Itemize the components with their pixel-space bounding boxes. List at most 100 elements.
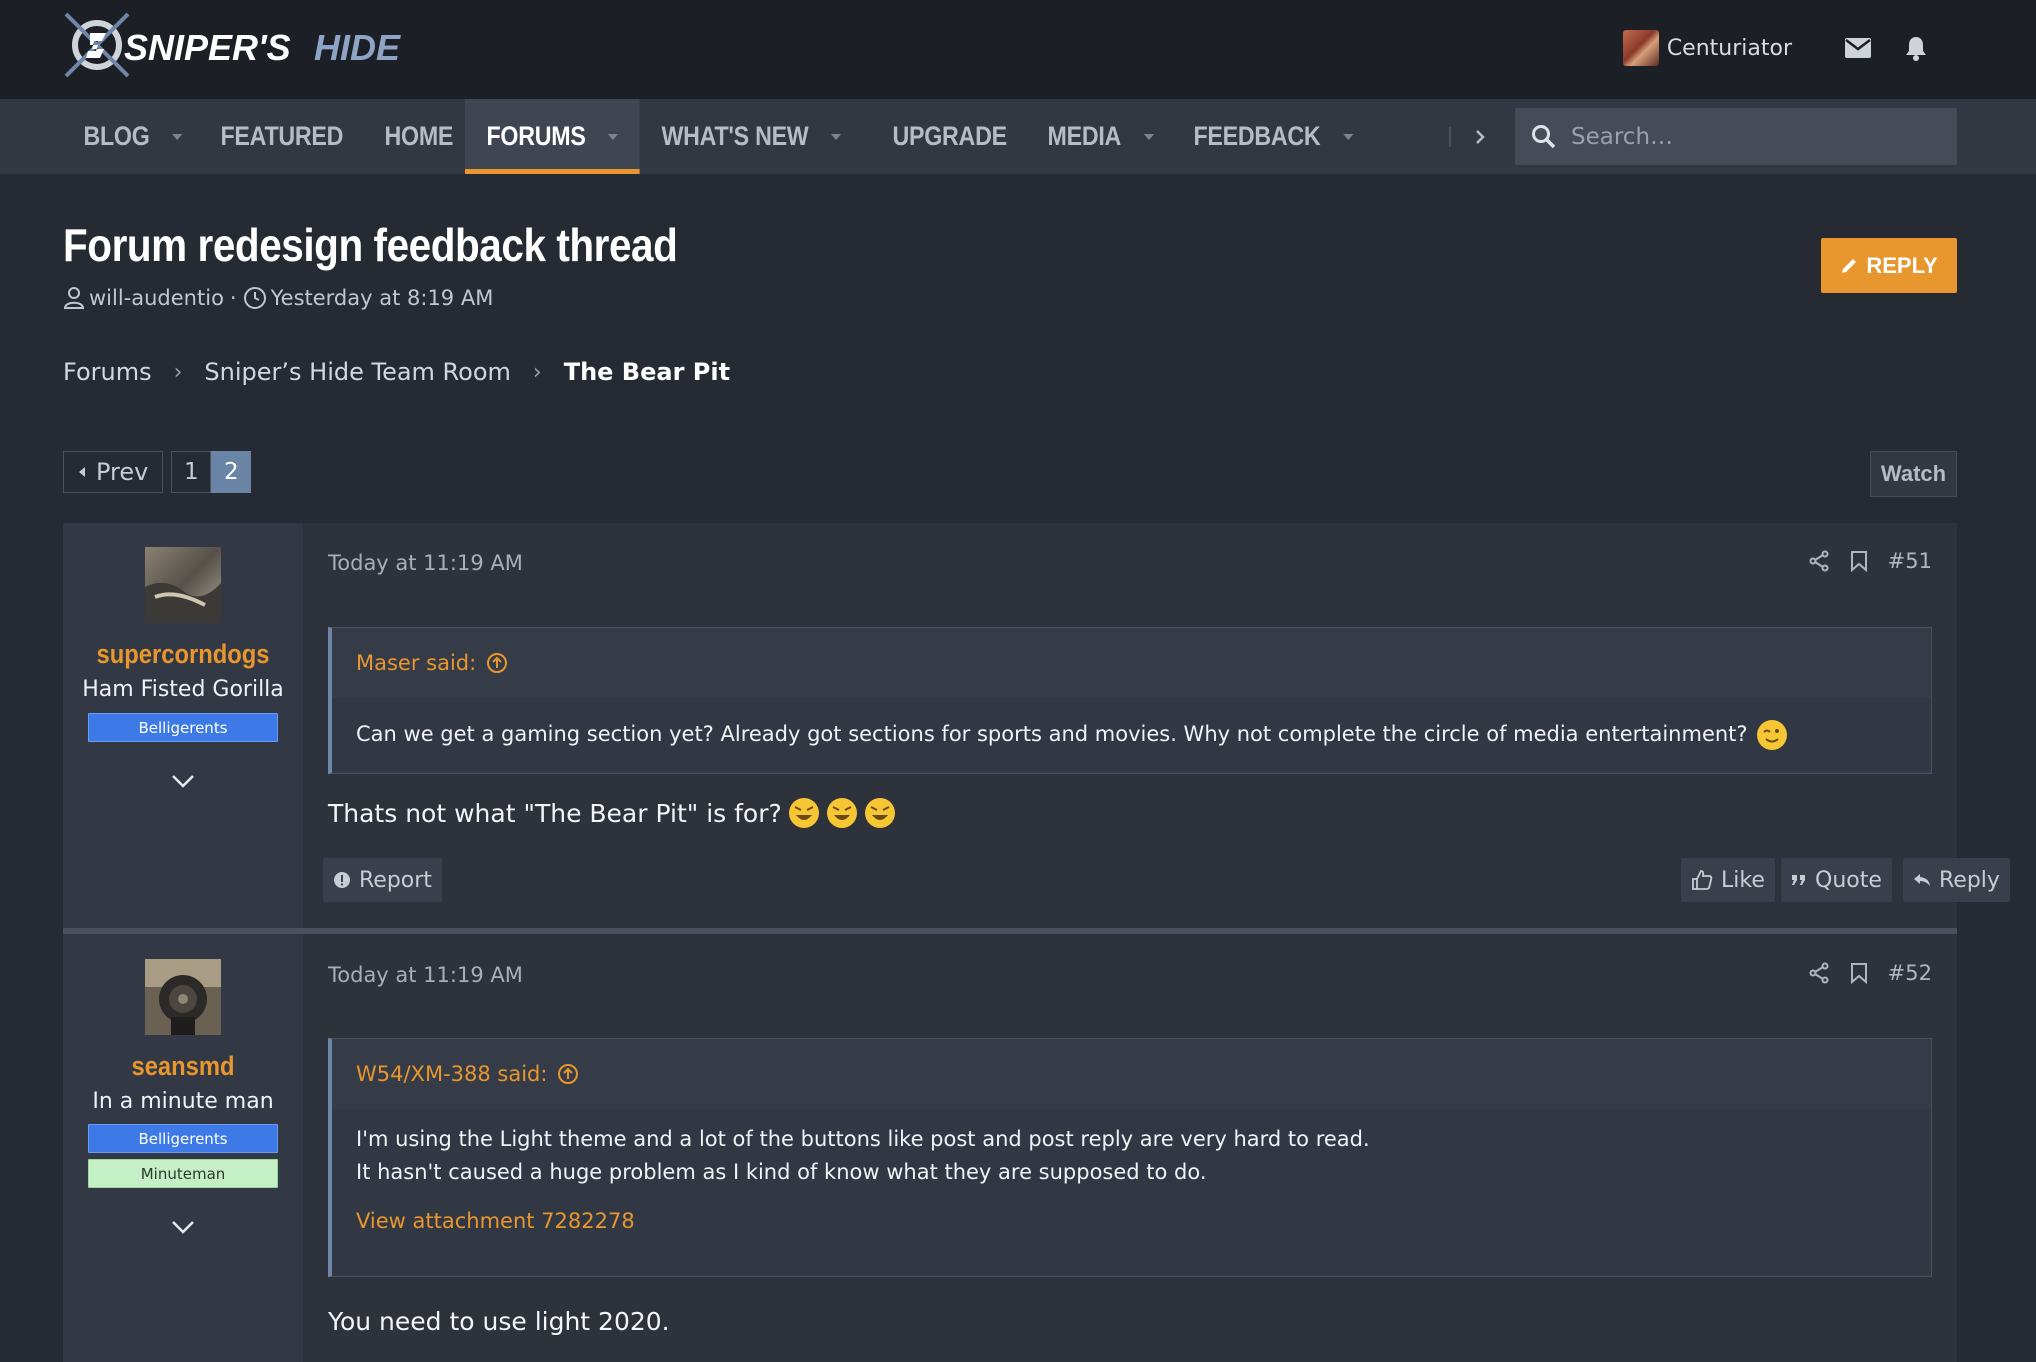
- quote-text: Can we get a gaming section yet? Already…: [356, 722, 1748, 746]
- site-logo[interactable]: SNIPER'S HIDE: [60, 8, 420, 82]
- chevron-down-icon[interactable]: [1143, 133, 1154, 140]
- nav-item-media[interactable]: MEDIA: [1026, 99, 1175, 174]
- account-username[interactable]: Centuriator: [1667, 36, 1792, 61]
- nav-item-label: HOME: [384, 121, 454, 151]
- post-username[interactable]: seansmd: [77, 1051, 288, 1082]
- breadcrumb: Forums › Sniper’s Hide Team Room › The B…: [63, 358, 730, 386]
- nav-more-chevron-icon[interactable]: [1460, 99, 1500, 174]
- nav-item-label: FEEDBACK: [1193, 121, 1321, 151]
- nav-item-label: FEATURED: [220, 121, 343, 151]
- user-banner-belligerents: Belligerents: [88, 713, 278, 742]
- quote-author[interactable]: W54/XM-388 said:: [356, 1062, 547, 1086]
- quote-author[interactable]: Maser said:: [356, 651, 476, 675]
- bell-icon[interactable]: [1896, 28, 1936, 68]
- laughing-emoji-icon: [864, 798, 895, 828]
- quote-text: It hasn't caused a huge problem as I kin…: [356, 1160, 1207, 1184]
- page-1-button[interactable]: 1: [171, 451, 212, 493]
- chevron-down-icon[interactable]: [171, 1219, 195, 1234]
- chevron-down-icon[interactable]: [171, 133, 183, 140]
- reply-button[interactable]: REPLY: [1821, 238, 1957, 293]
- post-date[interactable]: Today at 11:19 AM: [328, 551, 523, 575]
- reply-label: Reply: [1939, 867, 2000, 893]
- chevron-down-icon[interactable]: [171, 773, 195, 788]
- search-input[interactable]: [1571, 123, 1951, 150]
- avatar[interactable]: [145, 959, 221, 1035]
- reply-icon: [1914, 874, 1930, 886]
- report-button[interactable]: Report: [323, 858, 442, 902]
- meta-separator: ·: [229, 286, 237, 310]
- logo-text-secondary: HIDE: [314, 27, 401, 68]
- watch-button[interactable]: Watch: [1870, 451, 1957, 497]
- bookmark-icon[interactable]: [1850, 962, 1868, 984]
- nav-item-label: UPGRADE: [892, 121, 1008, 151]
- post-body: Today at 11:19 AM #51 Maser said: Can we…: [303, 523, 2010, 928]
- user-title: In a minute man: [92, 1089, 274, 1114]
- post-body: Today at 11:19 AM #52 W54/XM-388 said: I…: [303, 934, 1957, 1362]
- reply-post-button[interactable]: Reply: [1903, 858, 2010, 902]
- wink-emoji-icon: [1756, 719, 1787, 750]
- nav-item-blog[interactable]: BLOG: [62, 99, 204, 174]
- thread-meta: will-audentio · Yesterday at 8:19 AM: [63, 286, 493, 310]
- post-51: supercorndogs Ham Fisted Gorilla Bellige…: [63, 523, 2010, 928]
- quote-content: I'm using the Light theme and a lot of t…: [332, 1109, 1931, 1274]
- nav-item-label: FORUMS: [486, 121, 586, 151]
- quote-header[interactable]: W54/XM-388 said:: [332, 1039, 1931, 1109]
- arrow-up-circle-icon[interactable]: [557, 1063, 579, 1085]
- nav-item-label: WHAT'S NEW: [661, 121, 809, 151]
- quote-header[interactable]: Maser said:: [332, 628, 1931, 698]
- chevron-down-icon[interactable]: [1342, 133, 1353, 140]
- user-icon: [63, 287, 85, 309]
- quote-button[interactable]: Quote: [1781, 858, 1892, 902]
- avatar[interactable]: [1622, 30, 1659, 66]
- arrow-up-circle-icon[interactable]: [486, 652, 508, 674]
- pagination: Prev 1 2: [63, 451, 252, 493]
- user-banner-belligerents: Belligerents: [88, 1124, 278, 1153]
- bookmark-icon[interactable]: [1850, 550, 1868, 572]
- quote-block: Maser said: Can we get a gaming section …: [328, 627, 1932, 774]
- nav-item-feedback[interactable]: FEEDBACK: [1172, 99, 1375, 174]
- post-text: Thats not what "The Bear Pit" is for?: [328, 798, 782, 828]
- quote-text: I'm using the Light theme and a lot of t…: [356, 1127, 1370, 1151]
- search-box[interactable]: [1515, 108, 1957, 165]
- nav-item-upgrade[interactable]: UPGRADE: [871, 99, 1028, 174]
- nav-item-featured[interactable]: FEATURED: [199, 99, 365, 174]
- breadcrumb-forums[interactable]: Forums: [63, 358, 152, 386]
- clock-icon: [243, 287, 266, 309]
- top-header: SNIPER'S HIDE Centuriator: [0, 0, 2036, 99]
- thread-date[interactable]: Yesterday at 8:19 AM: [271, 286, 494, 310]
- pencil-icon: [1842, 258, 1857, 273]
- page-2-button[interactable]: 2: [211, 451, 252, 493]
- post-top-actions: #51: [1808, 549, 1932, 573]
- thread-author-link[interactable]: will-audentio: [89, 286, 224, 310]
- post-user-panel: supercorndogs Ham Fisted Gorilla Bellige…: [63, 523, 303, 928]
- user-area: Centuriator: [1622, 28, 1936, 68]
- chevron-down-icon[interactable]: [608, 133, 619, 140]
- nav-divider: [1449, 127, 1451, 147]
- laughing-emoji-icon: [788, 798, 819, 828]
- post-message: Thats not what "The Bear Pit" is for?: [328, 793, 896, 833]
- post-message: You need to use light 2020.: [328, 1301, 670, 1341]
- nav-item-whats-new[interactable]: WHAT'S NEW: [640, 99, 863, 174]
- prev-label: Prev: [96, 458, 149, 486]
- breadcrumb-current[interactable]: The Bear Pit: [564, 358, 730, 386]
- post-username[interactable]: supercorndogs: [77, 639, 288, 670]
- post-number[interactable]: #51: [1888, 549, 1932, 573]
- mail-icon[interactable]: [1838, 28, 1878, 68]
- quote-icon: [1792, 875, 1805, 885]
- quote-block: W54/XM-388 said: I'm using the Light the…: [328, 1038, 1932, 1277]
- post-top-actions: #52: [1808, 961, 1932, 985]
- nav-item-home[interactable]: HOME: [363, 99, 475, 174]
- nav-item-forums[interactable]: FORUMS: [465, 99, 640, 174]
- post-number[interactable]: #52: [1888, 961, 1932, 985]
- breadcrumb-team-room[interactable]: Sniper’s Hide Team Room: [204, 358, 511, 386]
- avatar[interactable]: [145, 547, 221, 623]
- quote-content: Can we get a gaming section yet? Already…: [332, 698, 1931, 771]
- share-icon[interactable]: [1808, 550, 1830, 572]
- prev-page-button[interactable]: Prev: [63, 451, 164, 493]
- thumbs-up-icon: [1692, 870, 1713, 890]
- like-button[interactable]: Like: [1681, 858, 1775, 902]
- share-icon[interactable]: [1808, 962, 1830, 984]
- post-date[interactable]: Today at 11:19 AM: [328, 963, 523, 987]
- chevron-down-icon[interactable]: [831, 133, 842, 140]
- attachment-link[interactable]: View attachment 7282278: [356, 1209, 635, 1233]
